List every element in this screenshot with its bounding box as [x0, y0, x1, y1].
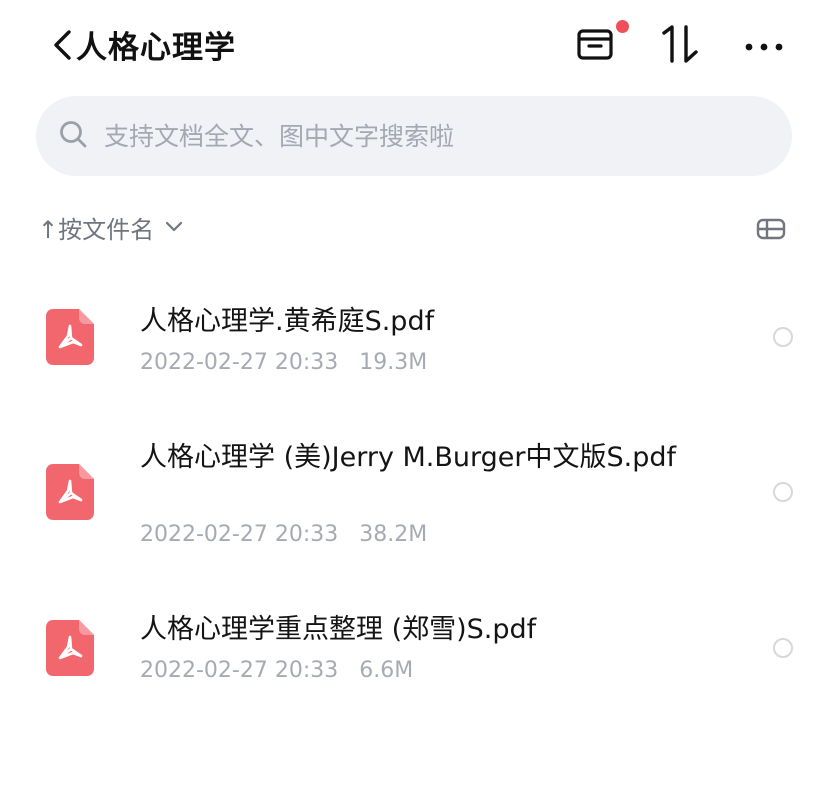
sort-arrows-icon: [660, 25, 704, 68]
chevron-down-icon: [164, 218, 184, 237]
pdf-icon: [46, 620, 94, 680]
pdf-icon: [46, 464, 94, 524]
file-meta: 2022-02-27 20:33 38.2M: [140, 522, 427, 547]
search-icon: [58, 119, 88, 153]
file-meta: 2022-02-27 20:33 19.3M: [140, 350, 427, 375]
file-name: 人格心理学重点整理 (郑雪)S.pdf: [140, 614, 537, 645]
select-checkbox[interactable]: [773, 482, 793, 502]
file-date: 2022-02-27 20:33: [140, 522, 339, 547]
select-checkbox[interactable]: [773, 638, 793, 658]
file-date: 2022-02-27 20:33: [140, 658, 339, 683]
notification-badge: [616, 20, 629, 33]
file-list-item[interactable]: 人格心理学重点整理 (郑雪)S.pdf 2022-02-27 20:33 6.6…: [0, 600, 828, 700]
back-button[interactable]: 人格心理学: [50, 22, 236, 67]
more-horizontal-icon: [744, 38, 784, 57]
file-meta: 2022-02-27 20:33 6.6M: [140, 658, 413, 683]
file-size: 38.2M: [359, 522, 428, 547]
more-button[interactable]: [744, 38, 784, 57]
sort-by-name-button[interactable]: ↑按文件名: [36, 210, 184, 245]
file-list-item[interactable]: 人格心理学 (美)Jerry M.Burger中文版S.pdf 2022-02-…: [0, 436, 828, 566]
file-name: 人格心理学.黄希庭S.pdf: [140, 306, 435, 337]
sort-order-button[interactable]: [660, 24, 704, 68]
search-input[interactable]: [102, 120, 746, 152]
file-list-item[interactable]: 人格心理学.黄希庭S.pdf 2022-02-27 20:33 19.3M: [0, 290, 828, 400]
archive-box-icon: [576, 29, 616, 68]
file-size: 6.6M: [359, 658, 414, 683]
view-mode-toggle[interactable]: [756, 218, 786, 244]
list-view-icon: [756, 218, 786, 244]
top-bar: 人格心理学: [0, 0, 828, 90]
sort-row: ↑按文件名: [36, 210, 792, 250]
file-date: 2022-02-27 20:33: [140, 350, 339, 375]
chevron-left-icon: [50, 25, 74, 65]
page-title: 人格心理学: [76, 30, 236, 66]
select-checkbox[interactable]: [773, 327, 793, 347]
archive-button[interactable]: [576, 20, 629, 68]
sort-label: ↑按文件名: [38, 216, 155, 244]
pdf-icon: [46, 309, 94, 369]
search-bar[interactable]: [36, 96, 792, 176]
file-size: 19.3M: [359, 350, 428, 375]
file-name: 人格心理学 (美)Jerry M.Burger中文版S.pdf: [140, 442, 677, 473]
